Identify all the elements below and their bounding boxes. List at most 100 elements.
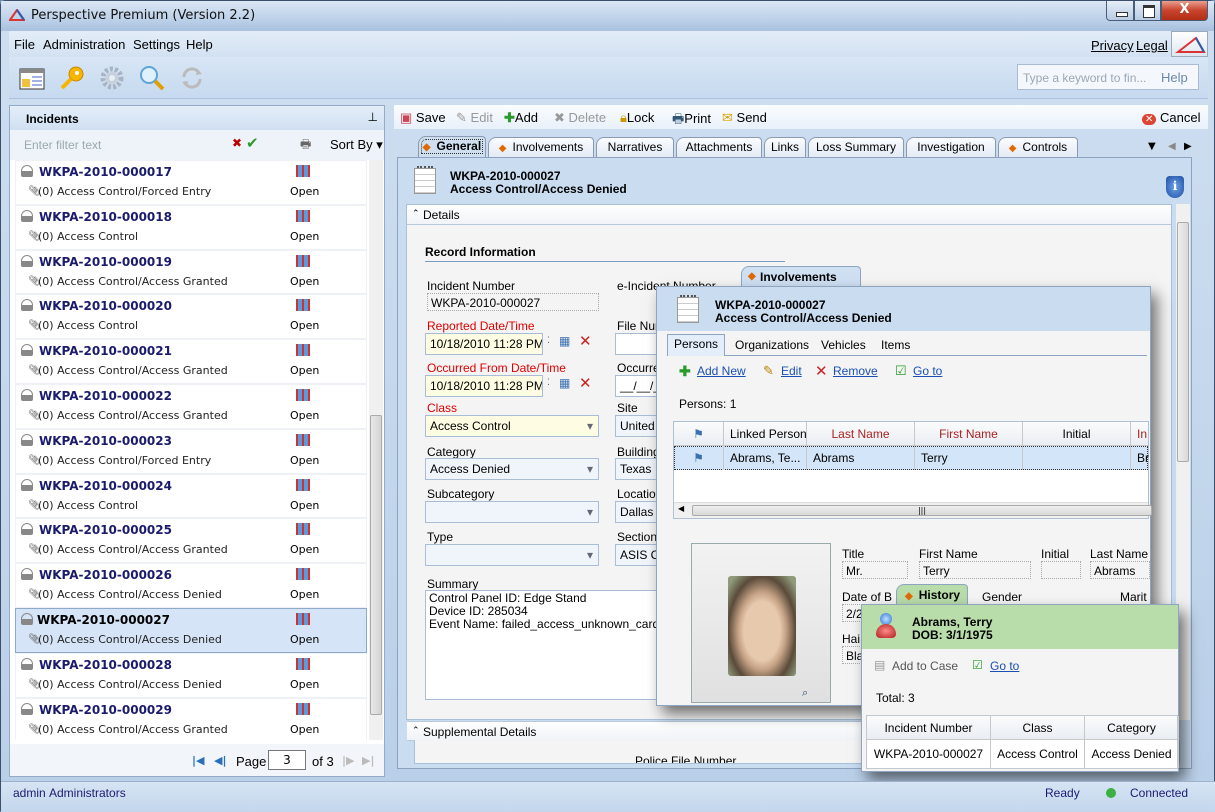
book-icon[interactable]	[296, 388, 310, 401]
tab-scroll-right[interactable]: ▶	[1184, 141, 1192, 152]
keyword-search-input[interactable]: Type a keyword to fin... Help	[1017, 64, 1199, 90]
tab-controls[interactable]: ◆ Controls	[998, 137, 1078, 157]
lock-button[interactable]: 🔒︎Lock	[620, 110, 654, 126]
tab-loss-summary[interactable]: Loss Summary	[808, 137, 904, 157]
tab-narratives[interactable]: Narratives	[596, 137, 674, 157]
legal-link[interactable]: Legal	[1136, 38, 1168, 53]
tab-investigation[interactable]: Investigation	[906, 137, 996, 157]
tab-list-dropdown[interactable]: ▼	[1148, 141, 1156, 152]
edit-link[interactable]: Edit	[781, 364, 802, 378]
remove-link[interactable]: Remove	[833, 364, 878, 378]
brand-button[interactable]	[1171, 31, 1208, 57]
privacy-link[interactable]: Privacy	[1091, 38, 1134, 53]
delete-button[interactable]: ✖ Delete	[554, 110, 606, 126]
type-select[interactable]	[425, 544, 599, 566]
menu-administration[interactable]: Administration	[43, 37, 125, 52]
details-header[interactable]: ⌃ Details	[407, 205, 1171, 225]
book-icon[interactable]	[296, 433, 310, 446]
print-icon[interactable]: 🖶	[300, 135, 311, 156]
col-last-name[interactable]: Last Name	[807, 422, 915, 446]
key-icon[interactable]	[59, 65, 85, 91]
book-icon[interactable]	[296, 254, 310, 267]
filter-input[interactable]: Enter filter text	[24, 138, 101, 152]
gear-icon[interactable]	[99, 65, 125, 91]
refresh-icon[interactable]	[179, 65, 205, 91]
menu-help[interactable]: Help	[186, 37, 213, 52]
tab-general[interactable]: ◆ General	[418, 136, 486, 157]
class-select[interactable]: Access Control	[425, 415, 599, 437]
tab-involvements[interactable]: ◆ Involvements	[488, 137, 594, 157]
reported-spinner[interactable]: ⁚	[547, 335, 550, 346]
layout-icon[interactable]	[19, 65, 45, 91]
scroll-thumb[interactable]: |||	[692, 505, 1152, 516]
incident-list-item[interactable]: WKPA-2010-000024 📎︎ (0) Access Control Open	[15, 473, 367, 519]
clear-date-icon[interactable]: ✕	[579, 332, 592, 350]
col-partial[interactable]: In	[1131, 422, 1161, 446]
clear-date-icon[interactable]: ✕	[579, 374, 592, 392]
search-icon[interactable]	[139, 65, 165, 91]
incident-list-item[interactable]: WKPA-2010-000026 📎︎ (0) Access Control/Acc…	[15, 563, 367, 608]
menu-file[interactable]: File	[14, 37, 35, 52]
help-button[interactable]: Help	[1161, 70, 1188, 85]
incident-list-item[interactable]: WKPA-2010-000029 📎︎ (0) Access Control/Acc…	[15, 697, 367, 740]
save-button[interactable]: ▣ Save	[400, 110, 446, 126]
occurred-from-input[interactable]: 10/18/2010 11:28 PM	[425, 375, 543, 397]
incident-list-item[interactable]: WKPA-2010-000022 📎︎ (0) Access Control/Acc…	[15, 383, 367, 429]
incident-list-item[interactable]: WKPA-2010-000027 📎︎ (0) Access Control/Acc…	[15, 607, 367, 653]
prev-page-button[interactable]: ◀|	[214, 754, 226, 767]
maximize-button[interactable]	[1134, 1, 1161, 21]
summary-textarea[interactable]: Control Panel ID: Edge Stand Device ID: …	[425, 590, 675, 700]
sort-by-dropdown[interactable]: Sort By ▾	[330, 137, 383, 153]
incident-list-item[interactable]: WKPA-2010-000021 📎︎ (0) Access Control/Acc…	[15, 339, 367, 384]
clear-filter-icon[interactable]: ✖	[232, 136, 242, 150]
book-icon[interactable]	[296, 523, 310, 536]
calendar-icon[interactable]: ▦	[559, 376, 570, 390]
tab-scroll-left[interactable]: ◀	[1168, 141, 1176, 152]
pin-icon[interactable]: ⊥	[368, 110, 378, 124]
incident-list-item[interactable]: WKPA-2010-000020 📎︎ (0) Access Control Open	[15, 294, 367, 340]
minimize-button[interactable]	[1106, 1, 1134, 21]
scroll-left-arrow[interactable]: ◀	[678, 504, 684, 513]
goto-link[interactable]: Go to	[913, 364, 942, 378]
incidents-scrollbar[interactable]	[369, 160, 383, 740]
next-page-button[interactable]: |▶	[342, 754, 354, 767]
incident-list-item[interactable]: WKPA-2010-000023 📎︎ (0) Access Control/For…	[15, 428, 367, 474]
book-icon[interactable]	[296, 657, 310, 670]
scroll-thumb[interactable]	[1177, 222, 1189, 462]
involvements-popup-tab[interactable]: ◆ Involvements	[741, 266, 861, 288]
book-icon[interactable]	[296, 209, 310, 222]
book-icon[interactable]	[296, 612, 310, 625]
book-icon[interactable]	[296, 702, 310, 715]
grid-hscrollbar[interactable]: ◀ |||	[674, 502, 1152, 518]
tab-attachments[interactable]: Attachments	[676, 137, 762, 157]
close-button[interactable]: X	[1161, 1, 1208, 21]
grid-row[interactable]: ⚑ Abrams, Te... Abrams Terry Br	[674, 446, 1149, 470]
col-class[interactable]: Class	[991, 716, 1085, 740]
zoom-photo-icon[interactable]: ⌕	[802, 686, 808, 700]
incident-list-item[interactable]: WKPA-2010-000018 📎︎ (0) Access Control Open	[15, 204, 367, 250]
first-page-button[interactable]: |◀	[192, 754, 204, 767]
scroll-thumb[interactable]	[370, 415, 382, 715]
history-popup-tab[interactable]: ◆ History	[896, 584, 968, 606]
subtab-vehicles[interactable]: Vehicles	[815, 336, 872, 354]
col-linked-person[interactable]: Linked Person	[724, 422, 807, 446]
col-incident-number[interactable]: Incident Number	[867, 716, 991, 740]
col-category[interactable]: Category	[1085, 716, 1179, 740]
calendar-icon[interactable]: ▦	[559, 334, 570, 348]
book-icon[interactable]	[296, 165, 310, 177]
edit-button[interactable]: ✎ Edit	[456, 110, 493, 126]
incident-list-item[interactable]: WKPA-2010-000017 📎︎ (0) Access Control/For…	[15, 160, 367, 205]
tab-links[interactable]: Links	[764, 137, 806, 157]
add-button[interactable]: ✚Add	[504, 110, 538, 126]
subtab-organizations[interactable]: Organizations	[729, 336, 815, 354]
subcategory-select[interactable]	[425, 501, 599, 523]
col-first-name[interactable]: First Name	[915, 422, 1023, 446]
last-page-button[interactable]: ▶|	[362, 754, 374, 767]
send-button[interactable]: ✉ Send	[722, 110, 767, 126]
incident-list-item[interactable]: WKPA-2010-000028 📎︎ (0) Access Control/Acc…	[15, 652, 367, 698]
category-select[interactable]: Access Denied	[425, 458, 599, 480]
book-icon[interactable]	[296, 344, 310, 357]
history-row[interactable]: WKPA-2010-000027 Access Control Access D…	[867, 740, 1179, 768]
menu-settings[interactable]: Settings	[133, 37, 180, 52]
add-new-link[interactable]: Add New	[697, 364, 746, 378]
